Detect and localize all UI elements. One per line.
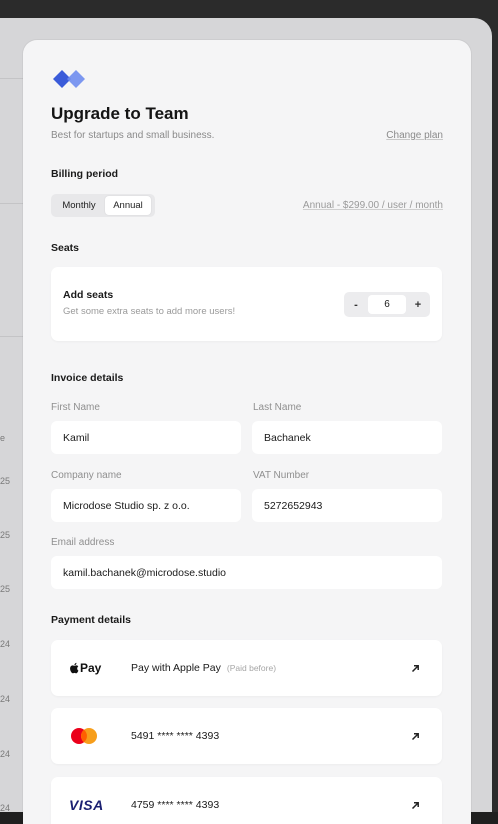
arrow-up-right-icon[interactable] bbox=[411, 640, 420, 696]
seats-stepper: - 6 + bbox=[344, 292, 430, 317]
visa-logo: VISA bbox=[69, 777, 104, 824]
apple-pay-logo-text: Pay bbox=[80, 661, 102, 675]
add-seats-subtitle: Get some extra seats to add more users! bbox=[63, 306, 236, 317]
email-label: Email address bbox=[51, 537, 115, 548]
modal-title: Upgrade to Team bbox=[51, 104, 189, 123]
bg-row-text: 24 bbox=[0, 639, 11, 649]
vat-number-label: VAT Number bbox=[253, 470, 310, 481]
decrement-seats-button[interactable]: - bbox=[344, 292, 368, 317]
payment-method-apple-pay[interactable]: Pay Pay with Apple Pay (Paid before) bbox=[51, 640, 442, 696]
add-seats-card: Add seats Get some extra seats to add mo… bbox=[51, 267, 442, 341]
payment-details-label: Payment details bbox=[51, 614, 131, 626]
vat-number-field[interactable]: 5272652943 bbox=[252, 489, 442, 522]
email-field[interactable]: kamil.bachanek@microdose.studio bbox=[51, 556, 442, 589]
add-seats-title: Add seats bbox=[63, 289, 114, 301]
apple-pay-logo: Pay bbox=[69, 640, 101, 696]
invoice-details-label: Invoice details bbox=[51, 372, 124, 384]
billing-monthly-option[interactable]: Monthly bbox=[53, 196, 105, 215]
mastercard-logo-icon bbox=[69, 708, 99, 764]
payment-method-visa[interactable]: VISA 4759 **** **** 4393 bbox=[51, 777, 442, 824]
last-name-field[interactable]: Bachanek bbox=[252, 421, 442, 454]
last-name-label: Last Name bbox=[253, 402, 302, 413]
apple-pay-text: Pay with Apple Pay bbox=[131, 662, 221, 674]
arrow-up-right-icon[interactable] bbox=[411, 777, 420, 824]
modal-subtitle: Best for startups and small business. bbox=[51, 130, 215, 141]
company-name-label: Company name bbox=[51, 470, 122, 481]
change-plan-link[interactable]: Change plan bbox=[386, 130, 443, 141]
mastercard-number: 5491 **** **** 4393 bbox=[131, 730, 220, 742]
seats-label: Seats bbox=[51, 242, 80, 254]
first-name-field[interactable]: Kamil bbox=[51, 421, 241, 454]
bg-row-text: 24 bbox=[0, 694, 11, 704]
bg-row-text: 25 bbox=[0, 584, 11, 594]
upgrade-modal: Upgrade to Team Best for startups and sm… bbox=[23, 40, 471, 824]
brand-logo-icon bbox=[53, 70, 85, 88]
visa-number: 4759 **** **** 4393 bbox=[131, 799, 220, 811]
bg-column-header: e bbox=[0, 433, 6, 443]
bg-row-text: 25 bbox=[0, 530, 11, 540]
apple-icon bbox=[70, 662, 79, 674]
payment-method-mastercard[interactable]: 5491 **** **** 4393 bbox=[51, 708, 442, 764]
company-name-field[interactable]: Microdose Studio sp. z o.o. bbox=[51, 489, 241, 522]
seats-count-input[interactable]: 6 bbox=[368, 295, 406, 314]
visa-logo-text: VISA bbox=[69, 797, 104, 813]
first-name-label: First Name bbox=[51, 402, 100, 413]
billing-period-label: Billing period bbox=[51, 168, 119, 180]
apple-pay-note: (Paid before) bbox=[226, 663, 277, 673]
bg-row-text: 24 bbox=[0, 749, 11, 759]
billing-period-toggle: Monthly Annual bbox=[51, 194, 155, 217]
increment-seats-button[interactable]: + bbox=[406, 292, 430, 317]
price-note: Annual - $299.00 / user / month bbox=[302, 200, 443, 211]
bg-row-text: 25 bbox=[0, 476, 11, 486]
billing-annual-option[interactable]: Annual bbox=[105, 196, 151, 215]
arrow-up-right-icon[interactable] bbox=[411, 708, 420, 764]
